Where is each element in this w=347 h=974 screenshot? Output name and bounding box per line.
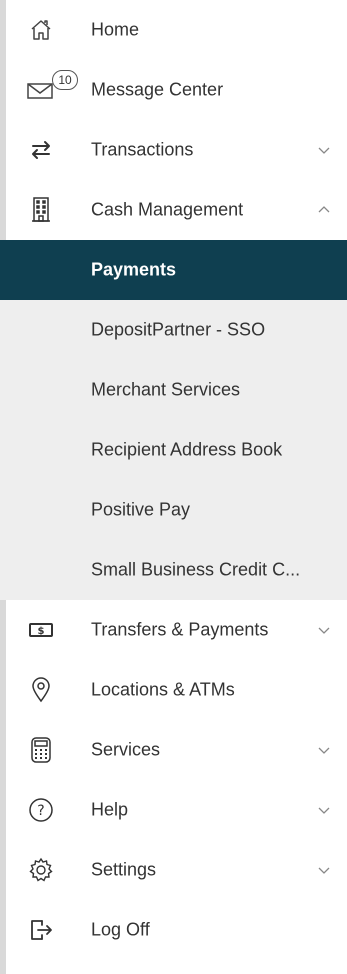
chevron-down-icon[interactable] [317,625,331,635]
sidebar-menu: Home 10 Message Center Transactions Cash… [0,0,347,960]
cash-management-submenu: Payments DepositPartner - SSO Merchant S… [0,240,347,600]
menu-item-message-center[interactable]: 10 Message Center [0,60,347,120]
menu-item-label: Transactions [91,139,194,160]
submenu-item-depositpartner-sso[interactable]: DepositPartner - SSO [0,300,347,360]
message-count-badge: 10 [52,70,78,90]
menu-item-label: Services [91,739,161,760]
menu-item-label: Help [91,799,129,820]
menu-item-label: Home [91,19,140,40]
question-icon: ? [26,795,56,825]
menu-item-label: Settings [91,859,157,880]
submenu-item-merchant-services[interactable]: Merchant Services [0,360,347,420]
menu-item-label: Locations & ATMs [91,679,235,700]
menu-item-label: Transfers & Payments [91,619,269,640]
money-icon: $ [26,615,56,645]
menu-item-transfers-payments[interactable]: $ Transfers & Payments [0,600,347,660]
submenu-item-label: Positive Pay [91,499,191,520]
calculator-icon [26,735,56,765]
chevron-up-icon[interactable] [317,205,331,215]
chevron-down-icon[interactable] [317,805,331,815]
submenu-item-label: Small Business Credit C... [91,559,301,580]
submenu-item-recipient-address-book[interactable]: Recipient Address Book [0,420,347,480]
submenu-item-label: Recipient Address Book [91,439,283,460]
menu-item-home[interactable]: Home [0,0,347,60]
menu-item-label: Message Center [91,79,224,100]
svg-text:$: $ [38,626,45,637]
menu-item-label: Log Off [91,919,150,940]
logout-icon [26,915,56,945]
submenu-item-payments[interactable]: Payments [0,240,347,300]
menu-item-transactions[interactable]: Transactions [0,120,347,180]
svg-text:?: ? [37,803,44,819]
menu-item-help[interactable]: ? Help [0,780,347,840]
building-icon [26,195,56,225]
submenu-item-label: Merchant Services [91,379,241,400]
chevron-down-icon[interactable] [317,145,331,155]
menu-item-settings[interactable]: Settings [0,840,347,900]
menu-item-log-off[interactable]: Log Off [0,900,347,960]
submenu-item-label: Payments [91,259,177,280]
location-pin-icon [26,675,56,705]
submenu-item-positive-pay[interactable]: Positive Pay [0,480,347,540]
arrows-exchange-icon [26,135,56,165]
chevron-down-icon[interactable] [317,745,331,755]
menu-item-locations-atms[interactable]: Locations & ATMs [0,660,347,720]
submenu-item-label: DepositPartner - SSO [91,319,266,340]
submenu-item-small-business-credit[interactable]: Small Business Credit C... [0,540,347,600]
home-icon [26,15,56,45]
chevron-down-icon[interactable] [317,865,331,875]
menu-item-cash-management[interactable]: Cash Management [0,180,347,240]
menu-item-label: Cash Management [91,199,244,220]
gear-icon [26,855,56,885]
menu-item-services[interactable]: Services [0,720,347,780]
